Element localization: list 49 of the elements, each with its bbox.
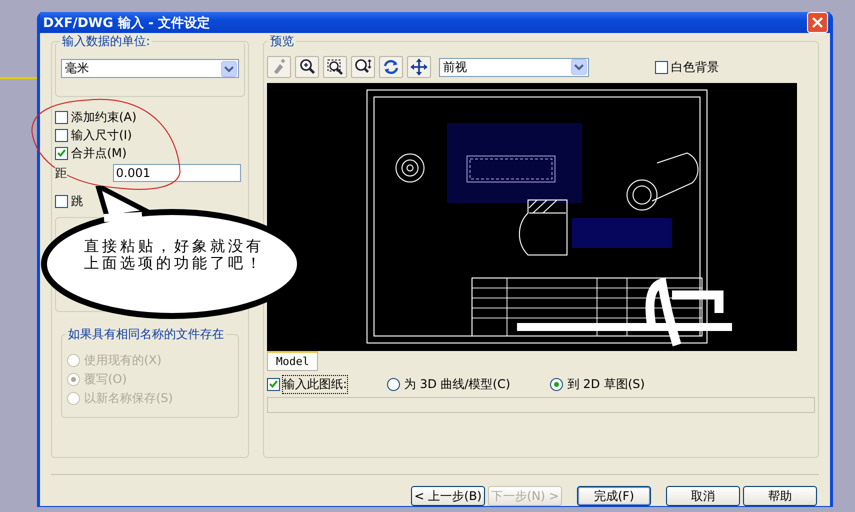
radio-button[interactable]: [67, 392, 80, 404]
move-arrows-icon: [410, 58, 428, 76]
dialog-button[interactable]: 完成(F): [577, 486, 651, 506]
dropdown[interactable]: 毫米: [61, 59, 239, 78]
toolbar-button[interactable]: [295, 56, 319, 78]
radio-label: 为 3D 曲线/模型(C): [404, 376, 510, 392]
toolbar-button[interactable]: [351, 56, 375, 78]
checkbox[interactable]: [267, 378, 280, 390]
checkbox-label: 输入尺寸(I): [71, 126, 132, 144]
radio-label: 以新名称保存(S): [84, 390, 173, 406]
checkbox[interactable]: [55, 194, 68, 208]
dialog-button[interactable]: 帮助: [743, 486, 817, 506]
radio-label: 到 2D 草图(S): [567, 376, 645, 392]
checkbox-label: 白色背景: [671, 58, 719, 76]
callout-text: 直接粘贴，好象就没有上面选项的功能了吧！: [84, 238, 264, 272]
radio-button[interactable]: [67, 372, 80, 386]
group-label: 输入数据的单位:: [60, 33, 152, 50]
dialog-button[interactable]: 取消: [666, 486, 740, 506]
window-title: DXF/DWG 输入 - 文件设定: [43, 14, 210, 32]
radio-label: 使用现有的(X): [84, 352, 162, 368]
radio-button[interactable]: [550, 378, 564, 390]
checkbox[interactable]: [55, 128, 68, 142]
checkbox[interactable]: [655, 60, 668, 74]
refresh-icon: [382, 58, 400, 76]
checkbox-label: 添加约束(A): [71, 108, 137, 126]
toolbar-button[interactable]: [407, 56, 431, 78]
checkbox-label: 跳: [71, 192, 83, 210]
sheet-tab[interactable]: Model: [267, 351, 318, 371]
zoom-in-icon: [298, 58, 316, 76]
dropdown[interactable]: 前视: [439, 58, 589, 76]
close-button[interactable]: [807, 12, 828, 33]
toolbar-button[interactable]: [379, 56, 403, 78]
group-label: 如果具有相同名称的文件存在: [66, 326, 226, 343]
checkbox[interactable]: [55, 110, 68, 124]
distance-field[interactable]: 0.001: [113, 164, 241, 182]
chevron-down-icon: [571, 59, 587, 75]
chevron-down-icon: [221, 60, 237, 76]
radio-label: 覆写(O): [84, 370, 127, 388]
radio-button[interactable]: [67, 354, 80, 366]
group-label: 预览: [268, 33, 296, 50]
close-icon: [812, 17, 823, 28]
checkbox-label: 合并点(M): [71, 144, 127, 162]
checkbox[interactable]: [55, 146, 68, 160]
checkbox-label: 输入此图纸:: [283, 376, 348, 392]
dialog-button[interactable]: < 上一步(B): [411, 486, 485, 506]
zoom-window-icon: [326, 58, 344, 76]
toolbar-button[interactable]: [323, 56, 347, 78]
field-label: 距: [55, 164, 67, 182]
radio-button[interactable]: [387, 378, 400, 390]
